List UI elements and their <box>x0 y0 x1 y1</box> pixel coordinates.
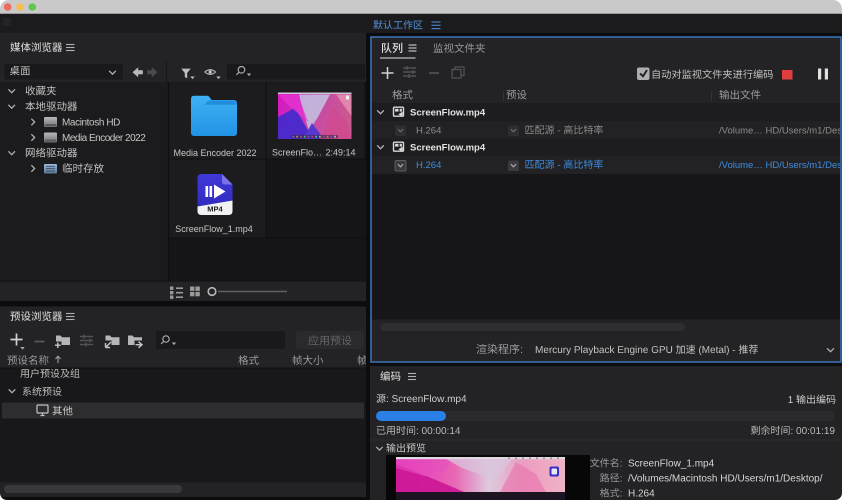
svg-text:/Volume… HD/Users/m1/Des: /Volume… HD/Users/m1/Des <box>719 126 842 137</box>
svg-text:ScreenFlow.mp4: ScreenFlow.mp4 <box>410 143 486 154</box>
svg-text:H.264: H.264 <box>628 489 655 500</box>
svg-text:Media Encoder 2022: Media Encoder 2022 <box>62 133 146 144</box>
svg-text:H.264: H.264 <box>416 160 441 171</box>
svg-text:ScreenFlow.mp4: ScreenFlow.mp4 <box>410 108 486 119</box>
svg-text:ScreenFlow_1.mp4: ScreenFlow_1.mp4 <box>628 459 715 470</box>
svg-text:H.264: H.264 <box>416 126 441 137</box>
svg-text:Media Encoder 2022: Media Encoder 2022 <box>173 148 256 158</box>
svg-text:2:49:14: 2:49:14 <box>325 148 355 158</box>
svg-text:MP4: MP4 <box>207 205 223 214</box>
svg-text:/Volumes/Macintosh HD/Users/m1: /Volumes/Macintosh HD/Users/m1/Desktop/ <box>628 474 823 485</box>
svg-text:Macintosh HD: Macintosh HD <box>62 118 120 129</box>
svg-text:ScreenFlow_1.mp4: ScreenFlow_1.mp4 <box>175 224 253 234</box>
svg-text:/Volume… HD/Users/m1/Des: /Volume… HD/Users/m1/Des <box>719 160 842 171</box>
svg-text:ScreenFlo…: ScreenFlo… <box>272 148 322 158</box>
